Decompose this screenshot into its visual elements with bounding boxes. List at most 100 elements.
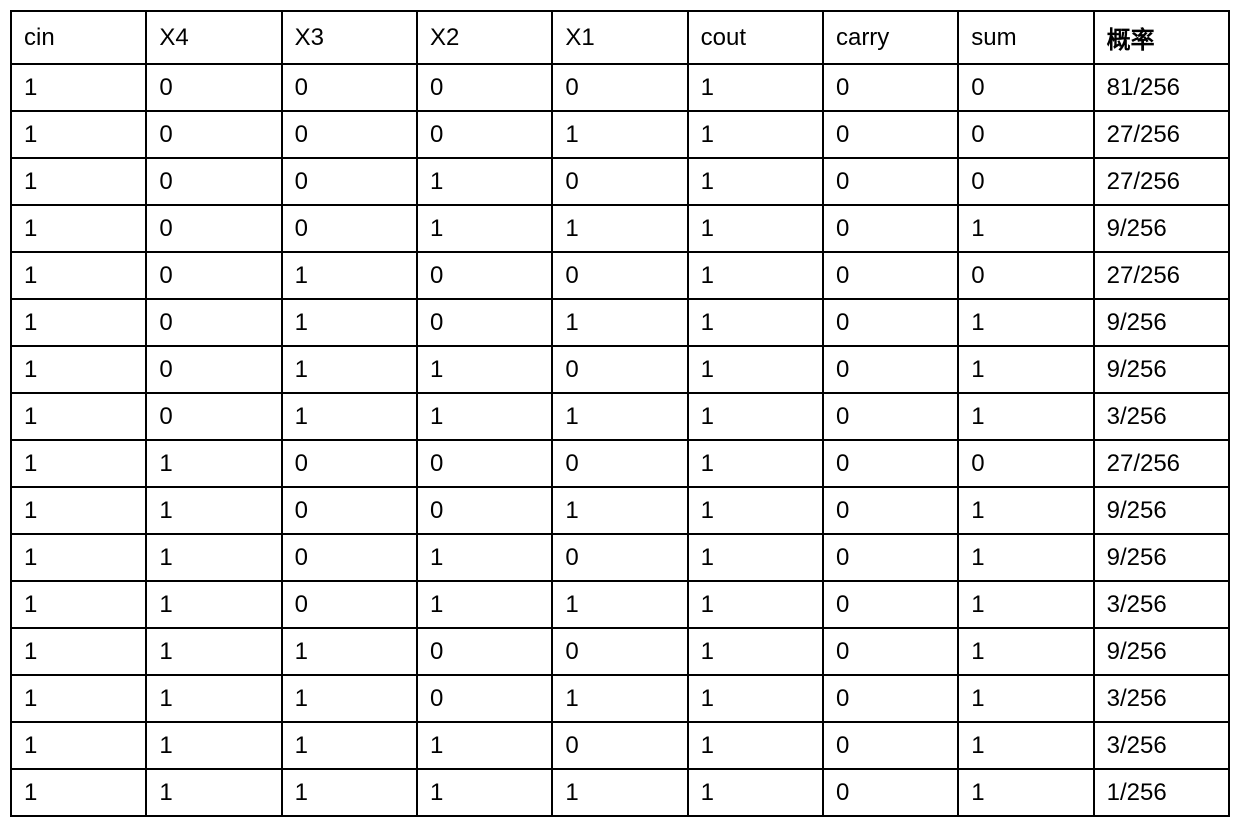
- table-cell: 1: [11, 628, 146, 675]
- table-cell: 0: [417, 628, 552, 675]
- table-cell: 1: [146, 534, 281, 581]
- table-cell: 0: [958, 111, 1093, 158]
- table-cell: 1: [958, 487, 1093, 534]
- table-cell: 1: [688, 252, 823, 299]
- table-cell: 1: [417, 346, 552, 393]
- table-cell: 1: [958, 675, 1093, 722]
- table-cell: 81/256: [1094, 64, 1229, 111]
- table-cell: 0: [823, 393, 958, 440]
- table-row: 110111013/256: [11, 581, 1229, 628]
- table-cell: 1: [688, 769, 823, 816]
- table-cell: 1: [688, 722, 823, 769]
- table-cell: 1: [282, 722, 417, 769]
- table-cell: 1: [146, 581, 281, 628]
- table-cell: 1: [688, 64, 823, 111]
- table-cell: 0: [282, 534, 417, 581]
- table-cell: 1: [417, 205, 552, 252]
- table-cell: 1: [282, 675, 417, 722]
- table-cell: 1: [146, 487, 281, 534]
- table-cell: 9/256: [1094, 346, 1229, 393]
- table-cell: 1: [958, 628, 1093, 675]
- table-cell: 0: [417, 64, 552, 111]
- table-cell: 0: [417, 299, 552, 346]
- table-cell: 27/256: [1094, 158, 1229, 205]
- table-cell: 1: [958, 205, 1093, 252]
- table-cell: 9/256: [1094, 205, 1229, 252]
- table-cell: 1: [11, 440, 146, 487]
- table-cell: 3/256: [1094, 581, 1229, 628]
- table-cell: 1: [282, 299, 417, 346]
- table-cell: 1: [146, 628, 281, 675]
- table-cell: 0: [823, 534, 958, 581]
- table-row: 101011019/256: [11, 299, 1229, 346]
- table-cell: 27/256: [1094, 252, 1229, 299]
- table-header-row: cin X4 X3 X2 X1 cout carry sum 概率: [11, 11, 1229, 64]
- table-cell: 1: [958, 722, 1093, 769]
- table-row: 111101013/256: [11, 722, 1229, 769]
- table-cell: 0: [823, 722, 958, 769]
- header-cout: cout: [688, 11, 823, 64]
- table-cell: 1: [11, 158, 146, 205]
- table-cell: 27/256: [1094, 440, 1229, 487]
- table-cell: 1: [552, 581, 687, 628]
- header-x1: X1: [552, 11, 687, 64]
- table-cell: 1: [958, 534, 1093, 581]
- table-cell: 1: [688, 581, 823, 628]
- table-cell: 0: [282, 158, 417, 205]
- table-cell: 0: [823, 111, 958, 158]
- table-cell: 1: [417, 722, 552, 769]
- table-row: 1100010027/256: [11, 440, 1229, 487]
- header-cin: cin: [11, 11, 146, 64]
- table-cell: 3/256: [1094, 393, 1229, 440]
- table-row: 1000010081/256: [11, 64, 1229, 111]
- table-cell: 1/256: [1094, 769, 1229, 816]
- table-cell: 0: [823, 487, 958, 534]
- table-row: 110011019/256: [11, 487, 1229, 534]
- table-cell: 1: [11, 487, 146, 534]
- table-cell: 1: [552, 299, 687, 346]
- table-cell: 1: [688, 205, 823, 252]
- table-cell: 0: [417, 440, 552, 487]
- table-cell: 1: [688, 628, 823, 675]
- table-cell: 0: [146, 111, 281, 158]
- header-x2: X2: [417, 11, 552, 64]
- header-carry: carry: [823, 11, 958, 64]
- table-cell: 1: [417, 581, 552, 628]
- table-cell: 0: [146, 64, 281, 111]
- table-cell: 1: [958, 393, 1093, 440]
- table-cell: 0: [146, 158, 281, 205]
- table-row: 111001019/256: [11, 628, 1229, 675]
- table-cell: 0: [417, 675, 552, 722]
- table-cell: 1: [146, 675, 281, 722]
- table-cell: 1: [282, 346, 417, 393]
- header-x4: X4: [146, 11, 281, 64]
- table-cell: 1: [417, 158, 552, 205]
- table-cell: 1: [552, 675, 687, 722]
- table-cell: 1: [417, 769, 552, 816]
- table-row: 100111019/256: [11, 205, 1229, 252]
- header-sum: sum: [958, 11, 1093, 64]
- table-cell: 9/256: [1094, 534, 1229, 581]
- table-cell: 0: [552, 158, 687, 205]
- table-cell: 9/256: [1094, 487, 1229, 534]
- table-cell: 1: [11, 252, 146, 299]
- table-row: 1001010027/256: [11, 158, 1229, 205]
- table-cell: 0: [417, 252, 552, 299]
- header-x3: X3: [282, 11, 417, 64]
- table-cell: 0: [958, 252, 1093, 299]
- table-cell: 0: [552, 252, 687, 299]
- table-cell: 1: [11, 299, 146, 346]
- table-cell: 1: [11, 346, 146, 393]
- table-cell: 0: [823, 299, 958, 346]
- table-cell: 0: [823, 346, 958, 393]
- table-cell: 0: [823, 628, 958, 675]
- table-cell: 1: [11, 393, 146, 440]
- table-cell: 1: [282, 628, 417, 675]
- table-cell: 0: [417, 111, 552, 158]
- table-body: 1000010081/2561000110027/2561001010027/2…: [11, 64, 1229, 816]
- table-cell: 0: [552, 628, 687, 675]
- table-cell: 0: [552, 346, 687, 393]
- table-cell: 1: [11, 64, 146, 111]
- table-cell: 1: [552, 111, 687, 158]
- table-cell: 1: [688, 346, 823, 393]
